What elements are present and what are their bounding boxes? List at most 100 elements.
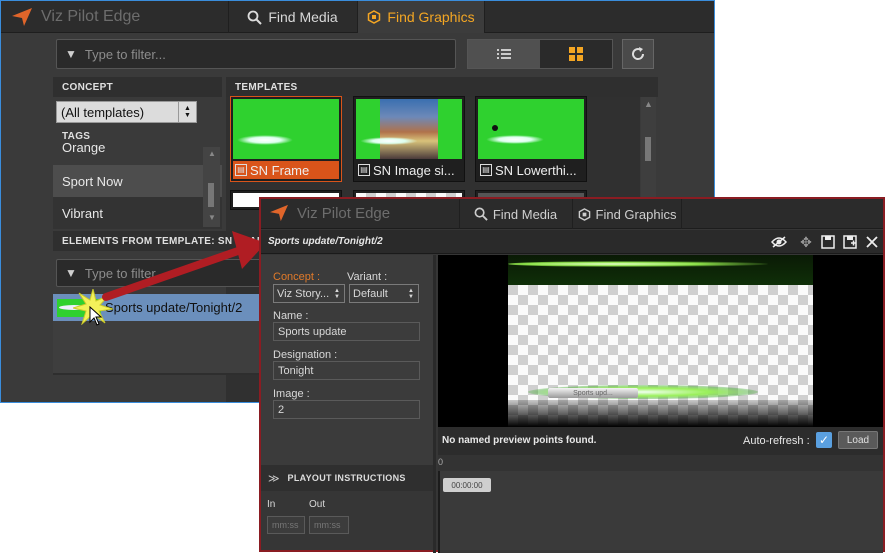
mouse-cursor-icon	[89, 306, 103, 326]
timeline-area: 00:00:00	[438, 471, 883, 553]
template-card-sn-image[interactable]: ▤ SN Image si...	[353, 96, 465, 182]
preview-text: Sports upd...	[573, 389, 613, 397]
playhead[interactable]	[438, 471, 440, 553]
viz-logo-icon	[270, 204, 288, 222]
tab-label: Find Graphics	[387, 9, 475, 25]
app-logo: Viz Pilot Edge	[269, 204, 390, 222]
preview-lower-third: Sports upd...	[548, 388, 638, 398]
template-icon: ▤	[358, 164, 370, 176]
out-time-field[interactable]: mm:ss	[309, 516, 349, 534]
scroll-thumb[interactable]	[645, 137, 651, 161]
divider	[53, 373, 259, 375]
element-title: Sports update/Tonight/2	[268, 236, 383, 247]
app-logo: Viz Pilot Edge	[11, 7, 140, 27]
variant-select-value: Default	[353, 287, 388, 300]
drag-arrow-icon	[102, 231, 266, 301]
viz-logo-icon	[12, 8, 32, 26]
select-arrows-icon: ▲ ▼	[334, 287, 340, 300]
variant-select[interactable]: Default ▲ ▼	[349, 284, 419, 303]
scroll-down-icon: ▼	[208, 213, 216, 222]
timecode-marker[interactable]: 00:00:00	[443, 478, 491, 492]
tag-label: Vibrant	[62, 205, 103, 221]
preview-message: No named preview points found.	[442, 435, 597, 446]
select-arrows-icon: ▲ ▼	[408, 287, 414, 300]
save-as-icon[interactable]	[842, 234, 858, 250]
designation-field[interactable]: Tonight	[273, 361, 420, 380]
tag-item-orange[interactable]: Orange	[53, 143, 222, 165]
playout-header-bar[interactable]: ≫ PLAYOUT INSTRUCTIONS	[261, 465, 433, 491]
tab-label: Find Graphics	[595, 206, 677, 222]
template-thumbnail	[233, 99, 339, 159]
template-label: ▤ SN Image si...	[356, 161, 462, 179]
close-icon[interactable]	[864, 234, 880, 250]
template-filter-input[interactable]: ▼ Type to filter...	[56, 39, 456, 69]
list-icon	[497, 49, 511, 59]
app-title: Viz Pilot Edge	[297, 204, 391, 222]
editor-top-bar: Viz Pilot Edge Find Media Find Graphics	[261, 199, 883, 229]
filter-placeholder: Type to filter...	[84, 46, 166, 62]
concept-select-value: Viz Story...	[277, 287, 330, 300]
template-icon: ▤	[480, 164, 492, 176]
in-label: In	[267, 499, 276, 510]
preview-area: Sports upd...	[438, 255, 883, 427]
template-card-sn-lowerthird[interactable]: ▤ SN Lowerthi...	[475, 96, 587, 182]
refresh-button[interactable]	[622, 39, 654, 69]
app-title: Viz Pilot Edge	[41, 8, 141, 25]
load-button[interactable]: Load	[838, 431, 878, 449]
template-name: SN Image si...	[373, 162, 455, 178]
playout-header: PLAYOUT INSTRUCTIONS	[287, 473, 406, 483]
graphics-badge-icon	[368, 10, 381, 24]
template-thumbnail	[478, 99, 584, 159]
editor-window: Viz Pilot Edge Find Media Find Graphics …	[259, 197, 885, 553]
out-label: Out	[309, 499, 326, 510]
timeline-zero: 0	[438, 457, 444, 467]
designation-value: Tonight	[278, 364, 314, 377]
search-icon	[247, 10, 263, 25]
template-icon: ▤	[235, 164, 247, 176]
preview-top-bar	[508, 255, 813, 285]
tag-item-sport-now[interactable]: Sport Now	[53, 165, 222, 197]
concept-select[interactable]: (All templates) ▲ ▼	[56, 101, 197, 123]
panel-splitter[interactable]	[433, 255, 436, 553]
name-label: Name :	[273, 310, 309, 322]
auto-refresh-checkbox[interactable]: ✓	[816, 432, 832, 448]
name-field[interactable]: Sports update	[273, 322, 420, 341]
elements-list	[53, 321, 259, 373]
tab-label: Find Media	[268, 9, 338, 25]
tags-header: TAGS	[62, 131, 91, 142]
designation-label: Designation :	[273, 349, 338, 361]
tab-find-media[interactable]: Find Media	[459, 199, 571, 229]
timecode: 00:00:00	[451, 480, 483, 490]
in-time-field[interactable]: mm:ss	[267, 516, 305, 534]
scroll-thumb[interactable]	[208, 183, 214, 207]
image-value: 2	[278, 403, 285, 416]
tab-find-graphics[interactable]: Find Graphics	[357, 1, 485, 33]
image-label: Image :	[273, 388, 310, 400]
view-toggle	[467, 39, 613, 69]
collapse-chevron-icon: ≫	[268, 472, 280, 485]
tab-find-graphics[interactable]: Find Graphics	[572, 199, 682, 229]
refresh-icon	[632, 47, 645, 60]
element-title-bar: Sports update/Tonight/2 ✥	[261, 230, 883, 254]
auto-refresh-label: Auto-refresh :	[743, 435, 810, 447]
save-icon[interactable]	[820, 234, 836, 250]
load-button-label: Load	[846, 434, 870, 446]
template-card-sn-frame[interactable]: ▤ SN Frame	[230, 96, 342, 182]
grid-view-button[interactable]	[540, 40, 612, 68]
concept-select[interactable]: Viz Story... ▲ ▼	[273, 284, 345, 303]
select-arrows-icon: ▲ ▼	[178, 102, 196, 122]
image-field[interactable]: 2	[273, 400, 420, 419]
name-value: Sports update	[278, 325, 347, 338]
tags-scrollbar[interactable]: ▲ ▼	[203, 147, 220, 227]
list-view-button[interactable]	[468, 40, 540, 68]
template-name: SN Frame	[250, 162, 310, 178]
in-placeholder: mm:ss	[272, 520, 299, 530]
template-label: ▤ SN Frame	[233, 161, 339, 179]
concept-header: CONCEPT	[62, 82, 113, 93]
tab-find-media[interactable]: Find Media	[228, 1, 356, 33]
filter-icon: ▼	[65, 266, 77, 280]
template-label: ▤ SN Lowerthi...	[478, 161, 584, 179]
move-icon[interactable]: ✥	[798, 234, 814, 250]
timeline-ruler: 0	[438, 455, 883, 471]
preview-toggle-icon[interactable]	[771, 234, 787, 250]
